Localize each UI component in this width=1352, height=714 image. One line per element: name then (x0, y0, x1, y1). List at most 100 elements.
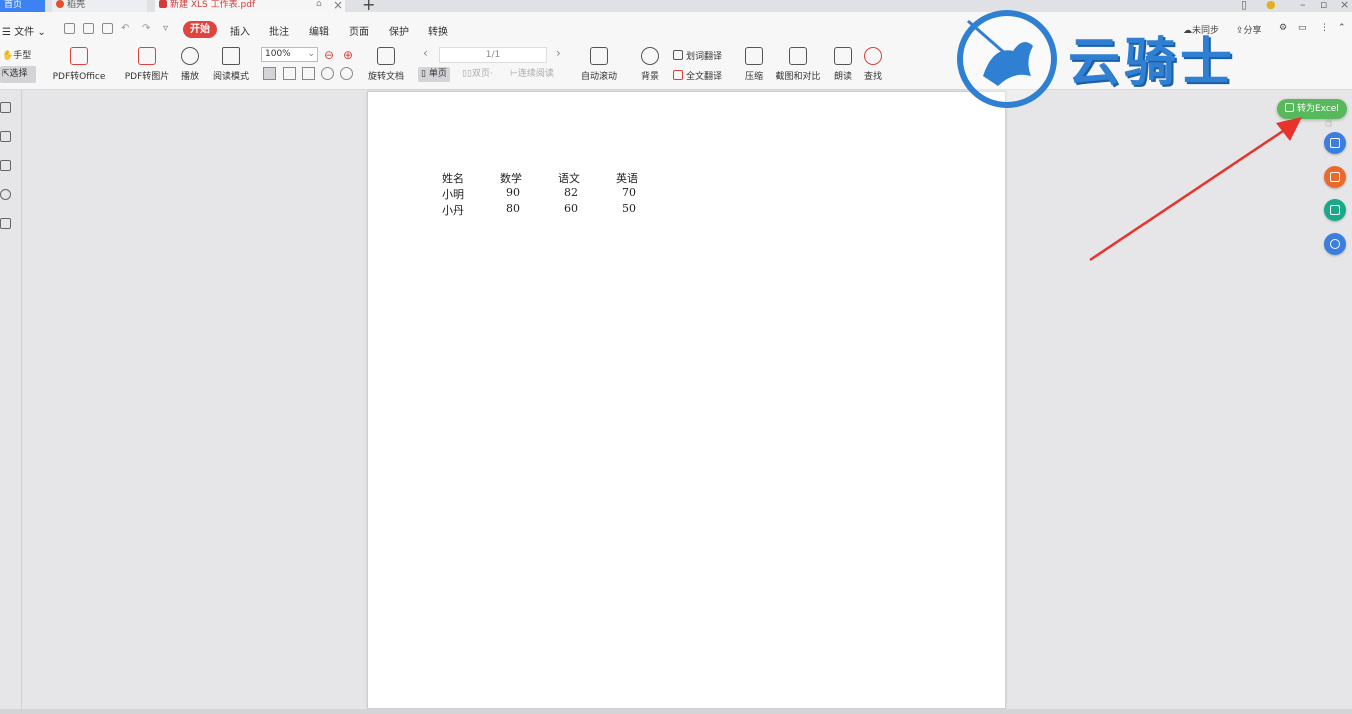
rotate-document-button[interactable]: 旋转文档 (366, 47, 406, 82)
attachment-icon[interactable] (0, 189, 11, 200)
undo-icon[interactable]: ↶ (121, 23, 129, 34)
tab-annotate[interactable]: 批注 (269, 23, 289, 38)
zoom-out-icon[interactable]: ⊖ (324, 48, 334, 62)
share-label: 分享 (1243, 26, 1262, 36)
pdf-to-image-label: PDF转图片 (124, 72, 170, 82)
tab-insert[interactable]: 插入 (230, 23, 250, 38)
word-translate-icon (673, 50, 683, 60)
redo-icon[interactable]: ↷ (142, 23, 150, 34)
zoom-in-icon[interactable]: ⊕ (343, 48, 353, 62)
maximize-icon[interactable]: ▫ (1320, 0, 1327, 11)
rotate-left-icon[interactable] (321, 67, 334, 80)
tab-edit[interactable]: 编辑 (309, 23, 329, 38)
signature-icon[interactable] (0, 218, 11, 229)
single-page-button[interactable]: ▯ 单页 (418, 67, 450, 82)
pdf-to-office-label: PDF转Office (52, 72, 106, 82)
knight-icon (967, 19, 1033, 86)
settings-icon[interactable]: ⚙ (1279, 23, 1287, 33)
close-window-icon[interactable]: × (1340, 0, 1349, 11)
thumbnail-icon[interactable] (0, 131, 11, 142)
actual-size-icon[interactable] (302, 67, 315, 80)
page-number-input[interactable]: 1/1 (439, 47, 547, 63)
tab-start[interactable]: 开始 (183, 21, 217, 38)
word-translate-button[interactable]: 划词翻译 (673, 49, 722, 62)
open-icon[interactable] (64, 23, 75, 34)
fit-width-icon[interactable] (283, 67, 296, 80)
link-icon (1330, 239, 1340, 249)
ppt-convert-icon (1330, 172, 1340, 182)
double-page-label: 双页 (471, 69, 490, 79)
screenshot-icon (789, 47, 807, 65)
layout-icon[interactable]: ▯ (1241, 0, 1247, 11)
table-cell: 82 (564, 186, 578, 199)
table-cell: 小明 (442, 188, 464, 201)
read-aloud-button[interactable]: 朗读 (831, 47, 855, 82)
header-english: 英语 (616, 172, 638, 185)
convert-ppt-button[interactable] (1324, 166, 1346, 188)
prev-page-icon[interactable]: ‹ (423, 46, 428, 60)
background-button[interactable]: 背景 (636, 47, 664, 82)
bookmark-icon[interactable] (0, 102, 11, 113)
full-translate-label: 全文翻译 (686, 72, 723, 82)
more-icon[interactable]: ⋮ (1320, 23, 1329, 33)
file-menu[interactable]: ☰ 文件 ⌄ (2, 23, 46, 38)
table-cell: 70 (622, 186, 636, 199)
share-button[interactable]: ⇪分享 (1236, 23, 1262, 36)
tab-convert[interactable]: 转换 (428, 23, 448, 38)
full-translate-button[interactable]: 全文翻译 (673, 69, 722, 82)
play-icon (181, 47, 199, 65)
comment-panel-icon[interactable] (0, 160, 11, 171)
compress-button[interactable]: 压缩 (742, 47, 766, 82)
avatar[interactable]: ● (1266, 0, 1276, 11)
double-page-button[interactable]: ▯▯双页· (462, 67, 493, 82)
tab-page[interactable]: 页面 (349, 23, 369, 38)
moon-icon (641, 47, 659, 65)
tab-pdf-file-label: 新建 XLS 工作表.pdf (170, 0, 256, 10)
search-icon (864, 47, 882, 65)
zoom-select[interactable]: 100% ⌄ (261, 47, 318, 62)
pdf-to-office-button[interactable]: PDF转Office (48, 47, 110, 82)
print-icon[interactable] (102, 23, 113, 34)
screenshot-compare-label: 截图和对比 (775, 72, 821, 82)
find-button[interactable]: 查找 (861, 47, 885, 82)
screenshot-compare-button[interactable]: 截图和对比 (772, 47, 824, 82)
tab-home[interactable]: 首页 (0, 0, 45, 12)
auto-scroll-label: 自动滚动 (580, 72, 617, 82)
close-tab-icon[interactable]: × (333, 0, 343, 12)
watermark-text: 云骑士 (1068, 33, 1237, 93)
fit-page-icon[interactable] (263, 67, 276, 80)
word-translate-label: 划词翻译 (686, 52, 723, 62)
pdf-to-image-button[interactable]: PDF转图片 (122, 47, 172, 82)
auto-scroll-button[interactable]: 自动滚动 (575, 47, 623, 82)
pdf-page: 姓名 数学 语文 英语 小明 90 82 70 小丹 80 60 50 (367, 91, 1006, 709)
tab-daoke-label: 稻壳 (67, 0, 86, 10)
rotate-right-icon[interactable] (340, 67, 353, 80)
pin-tab-icon[interactable]: ⌂ (316, 0, 326, 9)
word-convert-icon (1330, 138, 1340, 148)
find-label: 查找 (863, 72, 882, 82)
play-button[interactable]: 播放 (178, 47, 202, 82)
hand-tool-button[interactable]: ✋手型 (2, 48, 31, 61)
sheet-convert-icon (1330, 205, 1340, 215)
convert-sheet-button[interactable] (1324, 199, 1346, 221)
tab-protect[interactable]: 保护 (389, 23, 409, 38)
select-tool-button[interactable]: ⇱选择 (0, 66, 36, 83)
continuous-read-button[interactable]: ⊢连续阅读 (510, 67, 554, 82)
more-tools-button[interactable] (1324, 233, 1346, 255)
pdf-to-image-icon (138, 47, 156, 65)
header-chinese: 语文 (558, 172, 580, 185)
table-cell: 60 (564, 202, 578, 215)
convert-word-button[interactable] (1324, 132, 1346, 154)
save-icon[interactable] (83, 23, 94, 34)
book-icon (222, 47, 240, 65)
comment-icon[interactable]: ▭ (1298, 23, 1307, 33)
collapse-ribbon-icon[interactable]: ⌃ (1338, 23, 1346, 33)
select-tool-label: 选择 (9, 69, 28, 79)
read-mode-button[interactable]: 阅读模式 (210, 47, 252, 82)
quick-access-dropdown-icon[interactable]: ▿ (163, 23, 168, 34)
next-page-icon[interactable]: › (556, 46, 561, 60)
continuous-read-label: 连续阅读 (517, 69, 554, 79)
tab-daoke[interactable]: 稻壳 (52, 0, 147, 12)
pdf-file-icon (159, 0, 167, 8)
minimize-icon[interactable]: – (1300, 0, 1306, 11)
